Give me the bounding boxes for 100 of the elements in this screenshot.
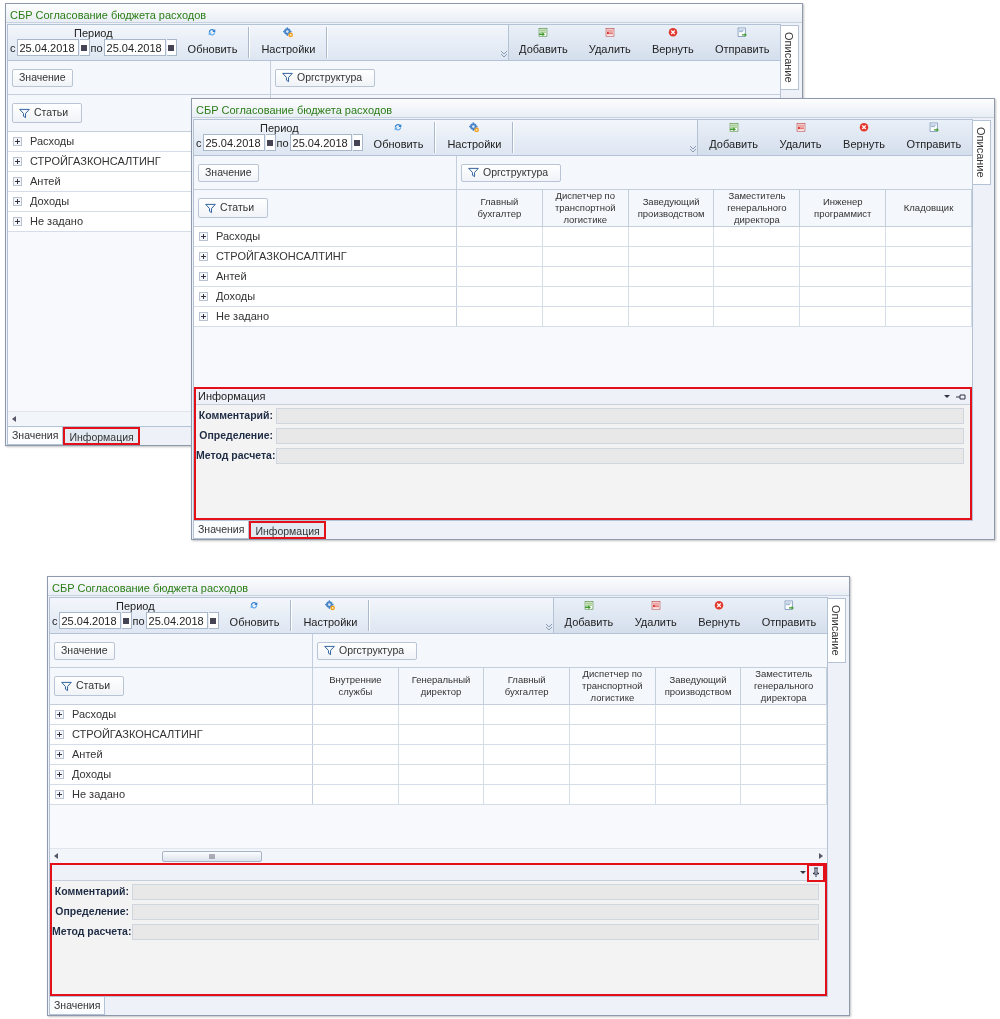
add-document-icon: [536, 27, 551, 38]
caret-icon: [943, 393, 951, 400]
row-label: Доходы: [30, 194, 70, 210]
send-document-button[interactable]: Отправить: [710, 25, 774, 60]
send-document-button[interactable]: Отправить: [902, 120, 966, 155]
filter-button[interactable]: Статьи: [198, 198, 268, 218]
column-header: Заведующий производством: [655, 668, 742, 704]
send-document-button[interactable]: Отправить: [757, 598, 821, 633]
input-field[interactable]: [132, 924, 819, 940]
date-field[interactable]: 25.04.2018: [58, 612, 121, 629]
expand-icon[interactable]: [199, 252, 208, 261]
expand-icon[interactable]: [13, 197, 22, 206]
input-field[interactable]: [276, 428, 964, 444]
date-field[interactable]: 25.04.2018: [103, 39, 166, 56]
tab[interactable]: Значения: [193, 521, 250, 539]
filter-button[interactable]: Оргструктура: [275, 68, 375, 87]
add-document-button[interactable]: Добавить: [515, 25, 572, 60]
pin-button[interactable]: [809, 865, 823, 880]
filter-button[interactable]: Статьи: [12, 103, 82, 123]
filter-button[interactable]: Оргструктура: [461, 163, 561, 182]
window-title: СБР Согласование бюджета расходов: [6, 4, 802, 23]
expand-icon[interactable]: [55, 790, 64, 799]
row-label: Антей: [72, 747, 103, 763]
value-button[interactable]: Значение: [198, 163, 259, 182]
filter-button[interactable]: Статьи: [54, 676, 124, 696]
add-document-icon: [726, 122, 741, 133]
overflow-icon: [499, 50, 508, 58]
expand-icon[interactable]: [199, 292, 208, 301]
cancel-button[interactable]: Вернуть: [647, 25, 698, 60]
calendar-button[interactable]: [352, 134, 363, 151]
filter-icon: [468, 167, 479, 178]
overflow-icon: [544, 623, 553, 631]
calendar-button[interactable]: [166, 39, 177, 56]
gear-button[interactable]: Настройки: [295, 598, 366, 633]
delete-document-button[interactable]: Удалить: [775, 120, 826, 155]
calendar-button[interactable]: [121, 612, 132, 629]
column-header: Заместитель генерального директора: [741, 668, 828, 704]
date-field[interactable]: 25.04.2018: [202, 134, 265, 151]
value-button[interactable]: Значение: [54, 641, 115, 660]
field-label: Комментарий:: [197, 408, 274, 424]
field-label: Метод расчета:: [52, 924, 132, 940]
expand-icon[interactable]: [13, 217, 22, 226]
expand-icon[interactable]: [13, 157, 22, 166]
cancel-button[interactable]: Вернуть: [839, 120, 889, 155]
calendar-button[interactable]: [208, 612, 219, 629]
date-field[interactable]: 25.04.2018: [289, 134, 352, 151]
row-label: Антей: [216, 269, 247, 285]
row-label: Расходы: [72, 707, 117, 723]
scroll-thumb[interactable]: [162, 851, 262, 862]
panel-title: Информация: [198, 389, 267, 405]
add-document-button[interactable]: Добавить: [705, 120, 762, 155]
pin-icon: [811, 867, 821, 878]
expand-icon[interactable]: [199, 272, 208, 281]
input-field[interactable]: [276, 408, 964, 424]
row-label: Расходы: [30, 134, 75, 150]
cancel-button[interactable]: Вернуть: [694, 598, 745, 633]
date-prefix: по: [132, 614, 145, 627]
gear-button[interactable]: Настройки: [439, 120, 510, 155]
tab[interactable]: Информация: [63, 427, 140, 445]
input-field[interactable]: [132, 884, 819, 900]
tab[interactable]: Информация: [249, 521, 326, 539]
refresh-button[interactable]: Обновить: [221, 598, 288, 633]
gear-icon: [467, 122, 482, 133]
date-field[interactable]: 25.04.2018: [16, 39, 79, 56]
column-header: Главный бухгалтер: [457, 190, 543, 226]
send-document-icon: [926, 122, 941, 133]
refresh-button[interactable]: Обновить: [365, 120, 432, 155]
input-field[interactable]: [132, 904, 819, 920]
calendar-button[interactable]: [79, 39, 90, 56]
date-field[interactable]: 25.04.2018: [145, 612, 208, 629]
expand-icon[interactable]: [199, 312, 208, 321]
filter-icon: [61, 680, 72, 692]
expand-icon[interactable]: [55, 770, 64, 779]
delete-document-button[interactable]: Удалить: [584, 25, 635, 60]
add-document-button[interactable]: Добавить: [560, 598, 618, 633]
delete-document-button[interactable]: Удалить: [630, 598, 681, 633]
date-prefix: с: [52, 614, 58, 627]
gear-button[interactable]: Настройки: [253, 25, 324, 60]
column-header: Главный бухгалтер: [484, 668, 570, 704]
side-tab[interactable]: Описание: [781, 25, 799, 90]
value-button[interactable]: Значение: [12, 68, 73, 87]
expand-icon[interactable]: [55, 730, 64, 739]
expand-icon[interactable]: [199, 232, 208, 241]
filter-icon: [19, 107, 30, 119]
side-tab[interactable]: Описание: [828, 598, 846, 663]
expand-icon[interactable]: [13, 137, 22, 146]
filter-button[interactable]: Оргструктура: [317, 641, 417, 660]
input-field[interactable]: [276, 448, 964, 464]
expand-icon[interactable]: [55, 710, 64, 719]
tab[interactable]: Значения: [7, 427, 64, 445]
tab[interactable]: Значения: [49, 997, 106, 1015]
row-label: Не задано: [216, 309, 269, 325]
row-label: Доходы: [216, 289, 256, 305]
row-label: СТРОЙГАЗКОНСАЛТИНГ: [30, 154, 161, 170]
delete-document-icon: [793, 122, 808, 133]
expand-icon[interactable]: [13, 177, 22, 186]
expand-icon[interactable]: [55, 750, 64, 759]
side-tab[interactable]: Описание: [973, 120, 991, 185]
refresh-button[interactable]: Обновить: [179, 25, 246, 60]
calendar-button[interactable]: [265, 134, 276, 151]
